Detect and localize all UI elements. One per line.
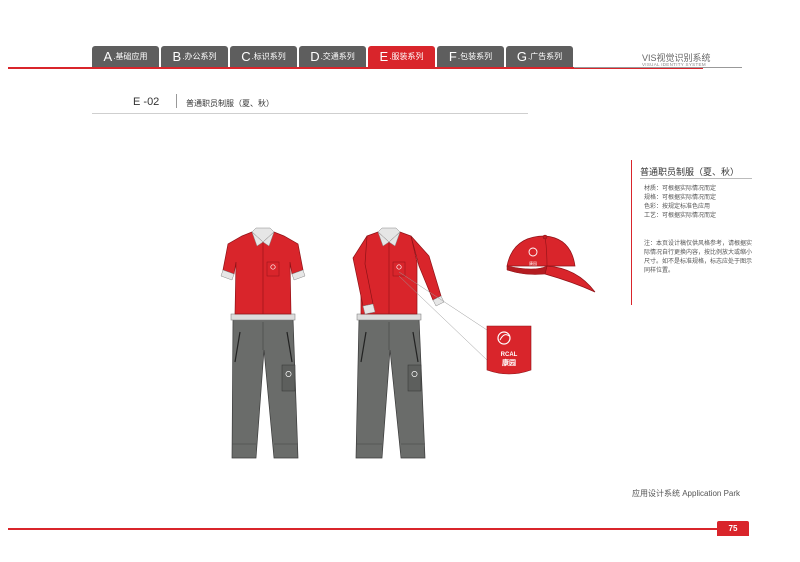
tab-g[interactable]: G .广告系列	[506, 46, 573, 67]
page-number: 75	[717, 521, 749, 536]
spec-craft: 工艺：可根据实际情况而定	[644, 213, 717, 219]
section-divider	[176, 94, 177, 108]
section-title: 普通职员制服（夏、秋）	[186, 99, 274, 108]
uniform-illustration: RCAL 康园 康园	[220, 227, 596, 459]
cap: 康园	[506, 234, 596, 293]
spec-list: 材质：可根据实际情况而定 规格：可根据实际情况而定 色彩：按规定标准色应用 工艺…	[644, 185, 716, 221]
tab-d[interactable]: D .交通系列	[299, 46, 366, 67]
section-code: E -02	[133, 96, 159, 108]
tab-c[interactable]: C .标识系列	[230, 46, 297, 67]
tab-a[interactable]: A .基础应用	[92, 46, 159, 67]
vis-subtitle: VISUAL IDENTITY SYSTEM	[642, 62, 706, 67]
spec-material: 材质：可根据实际情况而定	[644, 186, 717, 192]
description-rule	[631, 160, 632, 305]
description-separator	[640, 178, 752, 179]
pocket-logo-cn: 康园	[502, 358, 516, 367]
pocket-logo-detail: RCAL 康园	[486, 325, 532, 375]
tab-e[interactable]: E .服装系列	[368, 46, 435, 67]
short-sleeve-uniform	[220, 227, 306, 459]
footer-caption: 应用设计系统 Application Park	[632, 489, 741, 498]
tab-f[interactable]: F .包装系列	[437, 46, 504, 67]
spec-size: 规格：可根据实际情况而定	[644, 195, 717, 201]
pocket-logo-en: RCAL	[501, 352, 518, 358]
section-number: -02	[143, 96, 160, 108]
header-grey-rule	[574, 67, 742, 68]
spec-color: 色彩：按规定标准色应用	[644, 204, 711, 210]
long-sleeve-uniform	[352, 227, 445, 459]
design-note: 注：本页设计稿仅供风格参考，请根据实际情况自行更换内容，按比例放大或缩小尺寸。如…	[644, 241, 753, 274]
tab-b[interactable]: B .办公系列	[161, 46, 228, 67]
description-title: 普通职员制服（夏、秋）	[640, 167, 740, 177]
section-letter: E	[133, 96, 141, 108]
cap-logo-cn: 康园	[529, 260, 537, 266]
section-rule	[92, 113, 528, 114]
footer-rule	[8, 528, 717, 530]
brochure-page: A .基础应用 B .办公系列 C .标识系列 D .交通系列 E .服装系列 F .包装系…	[0, 0, 800, 562]
section-tabs: A .基础应用 B .办公系列 C .标识系列 D .交通系列 E .服装系列 F .包装系…	[92, 46, 573, 67]
